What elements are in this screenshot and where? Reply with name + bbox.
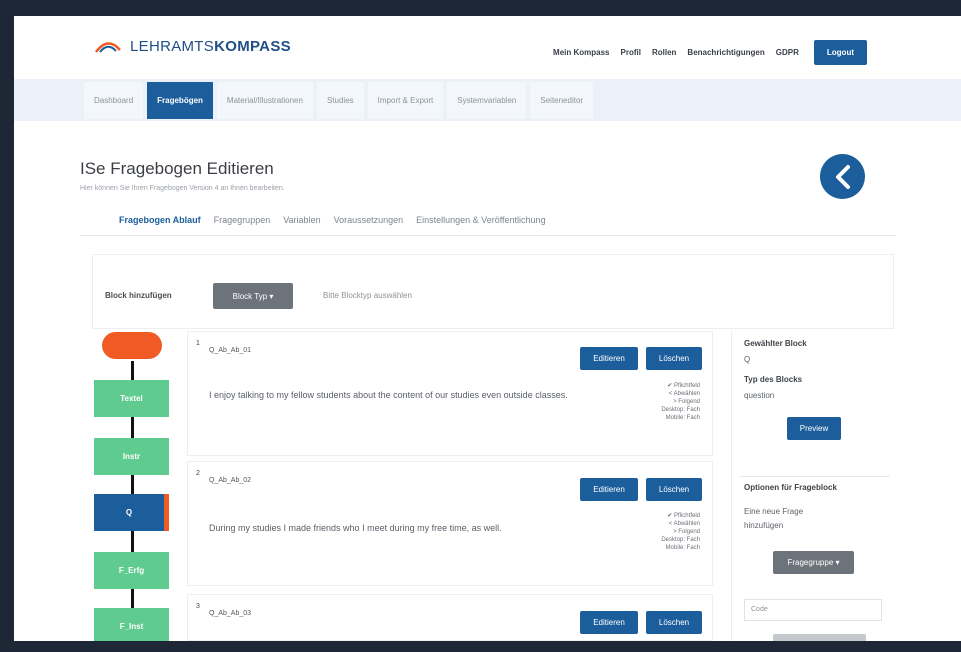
- new-question-line1: Eine neue Frage: [744, 507, 804, 516]
- tab-material[interactable]: Material/Illustrationen: [216, 82, 313, 119]
- option-mobile: Mobile: Fach: [665, 545, 700, 551]
- compass-icon: [95, 41, 121, 53]
- question-options: ✔ Pflichtfeld < Abwählen > Folgend Deskt…: [661, 512, 700, 552]
- subtab-divider: [80, 235, 896, 236]
- question-code: Q_Ab_Ab_01: [209, 347, 252, 354]
- main-tabs: Dashboard Fragebögen Material/Illustrati…: [84, 82, 594, 119]
- tab-systemvariablen[interactable]: Systemvariablen: [447, 82, 527, 119]
- window-bottom-edge: [0, 641, 961, 652]
- new-question-line2: hinzufügen: [744, 521, 784, 530]
- block-type-dropdown[interactable]: Block Typ ▾: [213, 283, 293, 309]
- logo-prefix: LEHRAMTS: [130, 38, 215, 55]
- flow-node-selected[interactable]: Q: [94, 494, 169, 531]
- subtab-voraussetzungen[interactable]: Voraussetzungen: [334, 215, 404, 225]
- tab-frageboegen[interactable]: Fragebögen: [147, 82, 213, 119]
- question-number: 3: [196, 603, 200, 610]
- question-card: 2 Q_Ab_Ab_02 Editieren Löschen During my…: [187, 461, 713, 586]
- option-required[interactable]: ✔ Pflichtfeld: [661, 382, 700, 390]
- flow-node[interactable]: Textel: [94, 380, 169, 417]
- subtab-ablauf[interactable]: Fragebogen Ablauf: [119, 215, 201, 225]
- option-deselect[interactable]: < Abwählen: [661, 390, 700, 398]
- question-group-dropdown[interactable]: Fragegruppe ▾: [773, 551, 854, 574]
- option-required[interactable]: ✔ Pflichtfeld: [661, 512, 700, 520]
- question-number: 1: [196, 340, 200, 347]
- question-card: 1 Q_Ab_Ab_01 Editieren Löschen I enjoy t…: [187, 331, 713, 456]
- nav-benachrichtigungen[interactable]: Benachrichtigungen: [687, 48, 764, 57]
- question-number: 2: [196, 470, 200, 477]
- selected-block-value: Q: [744, 355, 751, 364]
- add-block-panel: Block hinzufügen Block Typ ▾ Bitte Block…: [92, 254, 894, 329]
- nav-mein-kompass[interactable]: Mein Kompass: [553, 48, 609, 57]
- browser-frame: LEHRAMTSKOMPASS Mein Kompass Profil Roll…: [14, 16, 961, 652]
- question-card: 3 Q_Ab_Ab_03 Editieren Löschen: [187, 594, 713, 641]
- question-text: During my studies I made friends who I m…: [209, 523, 502, 533]
- block-type-heading: Typ des Blocks: [744, 375, 803, 384]
- logo[interactable]: LEHRAMTSKOMPASS: [94, 38, 291, 55]
- nav-gdpr[interactable]: GDPR: [776, 48, 799, 57]
- sub-tabs: Fragebogen Ablauf Fragegruppen Variablen…: [119, 215, 546, 225]
- delete-question-button[interactable]: Löschen: [646, 611, 702, 634]
- subtab-einstellungen[interactable]: Einstellungen & Veröffentlichung: [416, 215, 545, 225]
- subtab-variablen[interactable]: Variablen: [283, 215, 320, 225]
- logo-text: LEHRAMTSKOMPASS: [130, 38, 291, 55]
- logout-button[interactable]: Logout: [813, 40, 867, 65]
- back-button[interactable]: [820, 154, 865, 199]
- subtab-fragegruppen[interactable]: Fragegruppen: [214, 215, 271, 225]
- logo-suffix: KOMPASS: [214, 38, 291, 55]
- window-top-bar: [0, 0, 961, 16]
- tab-studies[interactable]: Studies: [316, 82, 364, 119]
- block-options-heading: Optionen für Frageblock: [744, 483, 837, 492]
- nav-rollen[interactable]: Rollen: [652, 48, 676, 57]
- option-follow[interactable]: > Folgend: [661, 528, 700, 536]
- delete-question-button[interactable]: Löschen: [646, 478, 702, 501]
- screen: LEHRAMTSKOMPASS Mein Kompass Profil Roll…: [0, 0, 961, 652]
- edit-question-button[interactable]: Editieren: [580, 611, 638, 634]
- edit-question-button[interactable]: Editieren: [580, 478, 638, 501]
- side-divider: [740, 476, 890, 477]
- nav-profil[interactable]: Profil: [621, 48, 641, 57]
- add-block-label: Block hinzufügen: [105, 291, 172, 300]
- option-mobile: Mobile: Fach: [665, 415, 700, 421]
- question-code-input[interactable]: Code: [744, 599, 882, 621]
- flow-node[interactable]: Instr: [94, 438, 169, 475]
- option-follow[interactable]: > Folgend: [661, 398, 700, 406]
- tab-seiteneditor[interactable]: Seiteneditor: [530, 82, 594, 119]
- option-desktop: Desktop: Fach: [661, 407, 700, 413]
- selected-block-heading: Gewählter Block: [744, 339, 807, 348]
- flow-node[interactable]: F_Inst: [94, 608, 169, 645]
- chevron-left-icon: [835, 164, 850, 189]
- block-type-value: question: [744, 391, 775, 400]
- question-text: I enjoy talking to my fellow students ab…: [209, 390, 568, 400]
- option-desktop: Desktop: Fach: [661, 537, 700, 543]
- delete-question-button[interactable]: Löschen: [646, 347, 702, 370]
- add-block-hint: Bitte Blocktyp auswählen: [323, 291, 412, 300]
- question-code: Q_Ab_Ab_03: [209, 610, 252, 617]
- tab-dashboard[interactable]: Dashboard: [84, 82, 144, 119]
- option-deselect[interactable]: < Abwählen: [661, 520, 700, 528]
- question-options: ✔ Pflichtfeld < Abwählen > Folgend Deskt…: [661, 382, 700, 422]
- question-code: Q_Ab_Ab_02: [209, 477, 252, 484]
- tab-import-export[interactable]: Import & Export: [367, 82, 444, 119]
- flow-node[interactable]: F_Erfg: [94, 552, 169, 589]
- top-nav: Mein Kompass Profil Rollen Benachrichtig…: [553, 40, 867, 65]
- page-subtitle: Hier können Sie Ihren Fragebogen Version…: [80, 185, 285, 192]
- flow-start-node[interactable]: [102, 332, 162, 359]
- block-side-panel: Gewählter Block Q Typ des Blocks questio…: [731, 331, 896, 652]
- page-title: ISe Fragebogen Editieren: [80, 159, 274, 178]
- edit-question-button[interactable]: Editieren: [580, 347, 638, 370]
- preview-button[interactable]: Preview: [787, 417, 841, 440]
